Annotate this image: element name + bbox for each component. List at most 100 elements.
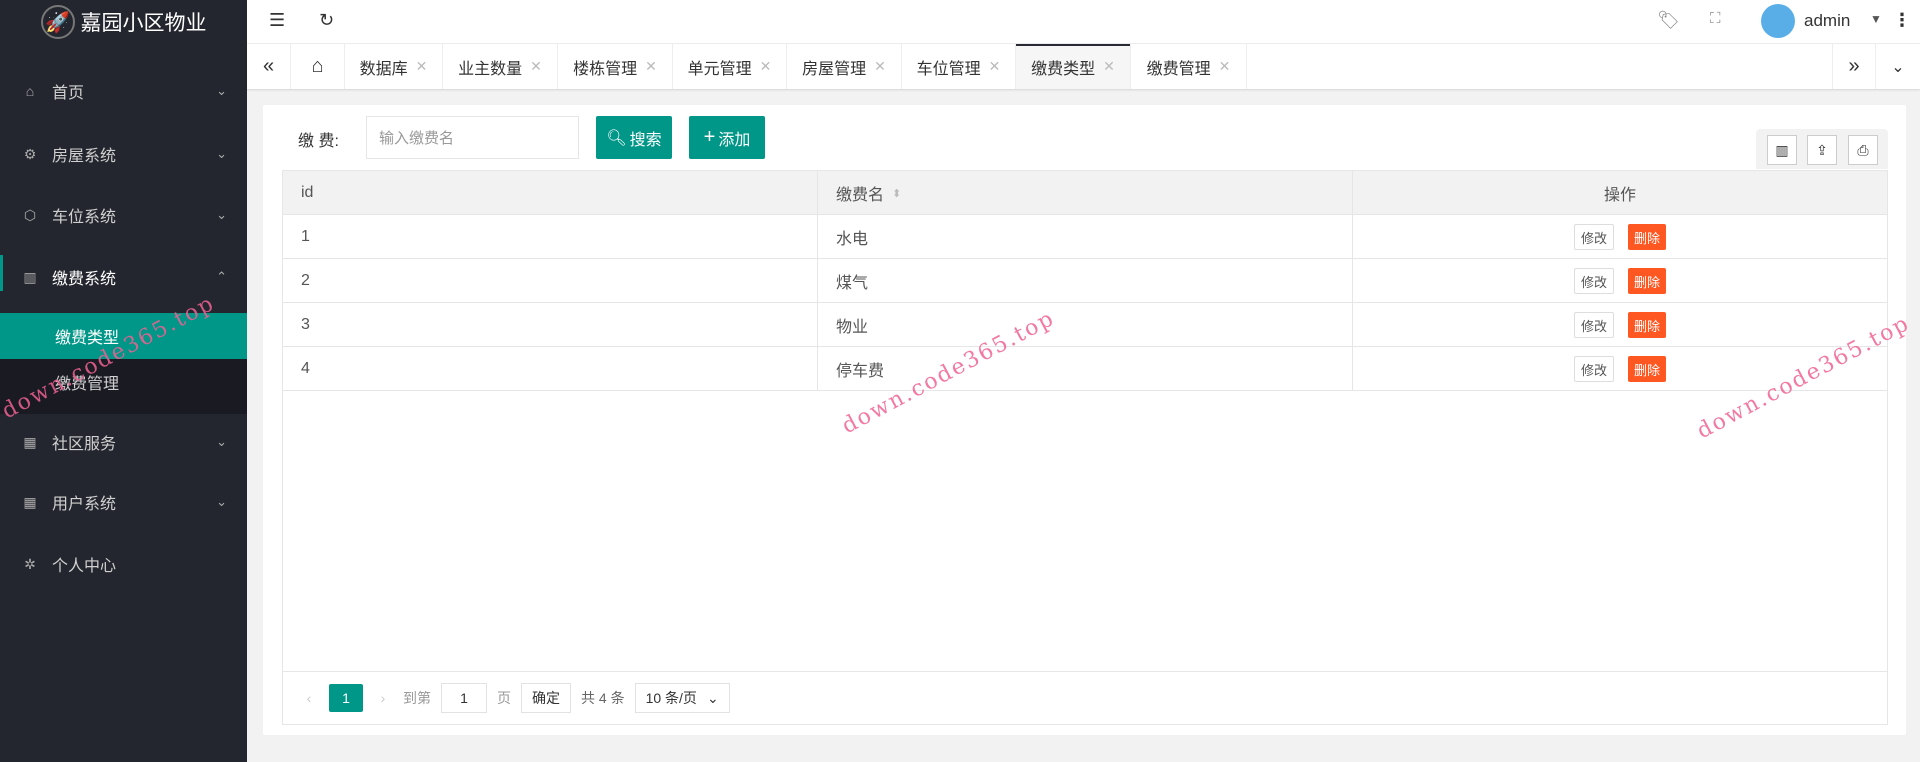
logo[interactable]: 🚀 嘉园小区物业 [0,0,247,44]
cell-id: 2 [283,259,818,303]
tab-fee-management[interactable]: 缴费管理 ✕ [1131,44,1247,89]
close-icon[interactable]: ✕ [1219,58,1231,75]
edit-button[interactable]: 修改 [1574,224,1614,250]
close-icon[interactable]: ✕ [645,58,657,75]
sidebar-item-home[interactable]: ⌂ 首页 ⌄ [0,61,247,121]
tabs-menu-button[interactable]: ⌄ [1876,44,1920,89]
more-icon[interactable]: ⋮ [1893,10,1911,31]
prev-page-icon[interactable]: ‹ [299,684,319,712]
delete-button[interactable]: 删除 [1628,268,1666,294]
sidebar-item-label: 车位系统 [52,209,117,226]
chevron-down-icon: ⌄ [216,207,227,222]
page-1-button[interactable]: 1 [329,684,363,712]
add-label: 添加 [718,131,751,149]
sidebar-item-label: 个人中心 [52,558,117,575]
cell-actions: 修改 删除 [1353,259,1887,303]
delete-button[interactable]: 删除 [1628,356,1666,382]
tab-owners[interactable]: 业主数量 ✕ [443,44,558,89]
content-panel: 缴 费: 输入缴费名 🔍︎ 搜索 + 添加 ▥ ⇪ ⎙ id 缴费名 ⬍ 操作 1 水… [263,105,1906,735]
search-icon: 🔍︎ [606,129,627,147]
sidebar-item-label: 用户系统 [52,496,117,513]
tab-label: 缴费类型 [1031,60,1096,78]
tab-units[interactable]: 单元管理 ✕ [673,44,787,89]
tag-icon[interactable]: 🏷 [1657,10,1680,31]
tab-buildings[interactable]: 楼栋管理 ✕ [558,44,673,89]
search-button[interactable]: 🔍︎ 搜索 [596,116,672,159]
tab-home[interactable]: ⌂ [291,44,345,89]
table-toolbar: ▥ ⇪ ⎙ [1756,129,1888,169]
close-icon[interactable]: ✕ [760,58,772,75]
app-icon: ▦ [23,493,37,510]
pagination: ‹ 1 › 到第 1 页 确定 共 4 条 10 条/页 ⌄ [283,671,1887,724]
search-label: 搜索 [629,131,662,149]
tab-houses[interactable]: 房屋管理 ✕ [787,44,902,89]
gear-icon: ⚙ [23,145,37,162]
tabs-scroll-right-button[interactable]: » [1832,44,1876,89]
table-row: 4 停车费 修改 删除 [283,347,1887,391]
cell-id: 1 [283,215,818,259]
columns-filter-button[interactable]: ▥ [1767,135,1797,165]
add-button[interactable]: + 添加 [689,116,765,159]
caret-down-icon[interactable]: ▼ [1870,12,1882,26]
cell-actions: 修改 删除 [1353,215,1887,259]
tab-label: 缴费管理 [1146,60,1211,78]
tabs-scroll-left-button[interactable]: « [247,44,291,89]
rocket-icon: 🚀 [40,5,75,39]
sort-icon[interactable]: ⬍ [892,187,901,200]
fullscreen-icon[interactable]: ⛶ [1710,10,1721,27]
edit-button[interactable]: 修改 [1574,312,1614,338]
template-icon: ▥ [23,268,37,285]
tab-fee-types[interactable]: 缴费类型 ✕ [1016,44,1131,89]
sidebar-item-house[interactable]: ⚙ 房屋系统 ⌄ [0,124,247,184]
sidebar-item-community[interactable]: ▦ 社区服务 ⌄ [0,412,247,472]
sidebar-item-profile[interactable]: ✲ 个人中心 [0,534,247,594]
app-title: 嘉园小区物业 [80,12,207,35]
table-row: 2 煤气 修改 删除 [283,259,1887,303]
avatar[interactable] [1761,4,1795,38]
tab-parking[interactable]: 车位管理 ✕ [902,44,1016,89]
tab-label: 车位管理 [916,60,981,78]
total-count: 共 4 条 [581,690,625,706]
close-icon[interactable]: ✕ [989,58,1001,75]
sidebar-item-users[interactable]: ▦ 用户系统 ⌄ [0,472,247,532]
table-row: 3 物业 修改 删除 [283,303,1887,347]
close-icon[interactable]: ✕ [416,58,428,75]
plus-icon: + [703,126,716,148]
star-icon: ✲ [24,555,36,572]
home-icon: ⌂ [311,55,324,77]
fee-types-table: id 缴费名 ⬍ 操作 1 水电 修改 删除 2 煤气 修改 删除 3 物业 修改 删除 4 … [282,170,1888,725]
fee-label: 缴 费: [298,133,339,150]
confirm-page-button[interactable]: 确定 [521,683,571,713]
chevron-down-icon: ⌄ [216,83,227,98]
edit-button[interactable]: 修改 [1574,268,1614,294]
sidebar-item-parking[interactable]: ⬡ 车位系统 ⌄ [0,185,247,245]
fee-name-input[interactable]: 输入缴费名 [366,116,579,159]
export-button[interactable]: ⇪ [1807,135,1837,165]
home-icon: ⌂ [25,83,35,99]
goto-label: 到第 [403,690,431,706]
cell-fee-name: 煤气 [818,259,1353,303]
delete-button[interactable]: 删除 [1628,224,1666,250]
tab-database[interactable]: 数据库 ✕ [345,44,443,89]
chevron-up-icon: ⌃ [216,269,227,284]
col-fee-name[interactable]: 缴费名 ⬍ [818,171,1353,215]
page-size-select[interactable]: 10 条/页 ⌄ [634,683,730,713]
user-name[interactable]: admin [1804,11,1850,31]
edit-button[interactable]: 修改 [1574,356,1614,382]
table-header: id 缴费名 ⬍ 操作 [283,171,1887,215]
next-page-icon[interactable]: › [373,684,393,712]
page-number-input[interactable]: 1 [441,683,487,713]
shrink-menu-icon[interactable]: ☰ [269,10,285,31]
cube-icon: ⬡ [23,206,37,223]
delete-button[interactable]: 删除 [1628,312,1666,338]
tab-label: 数据库 [359,60,408,78]
sidebar-item-label: 房屋系统 [52,148,117,165]
refresh-icon[interactable]: ↻ [319,10,334,31]
page-label: 页 [497,690,511,706]
chevron-down-icon: ⌄ [216,494,227,509]
close-icon[interactable]: ✕ [530,58,542,75]
close-icon[interactable]: ✕ [874,58,886,75]
close-icon[interactable]: ✕ [1103,58,1115,75]
print-button[interactable]: ⎙ [1848,135,1878,165]
chevron-down-icon: ⌄ [706,689,719,706]
